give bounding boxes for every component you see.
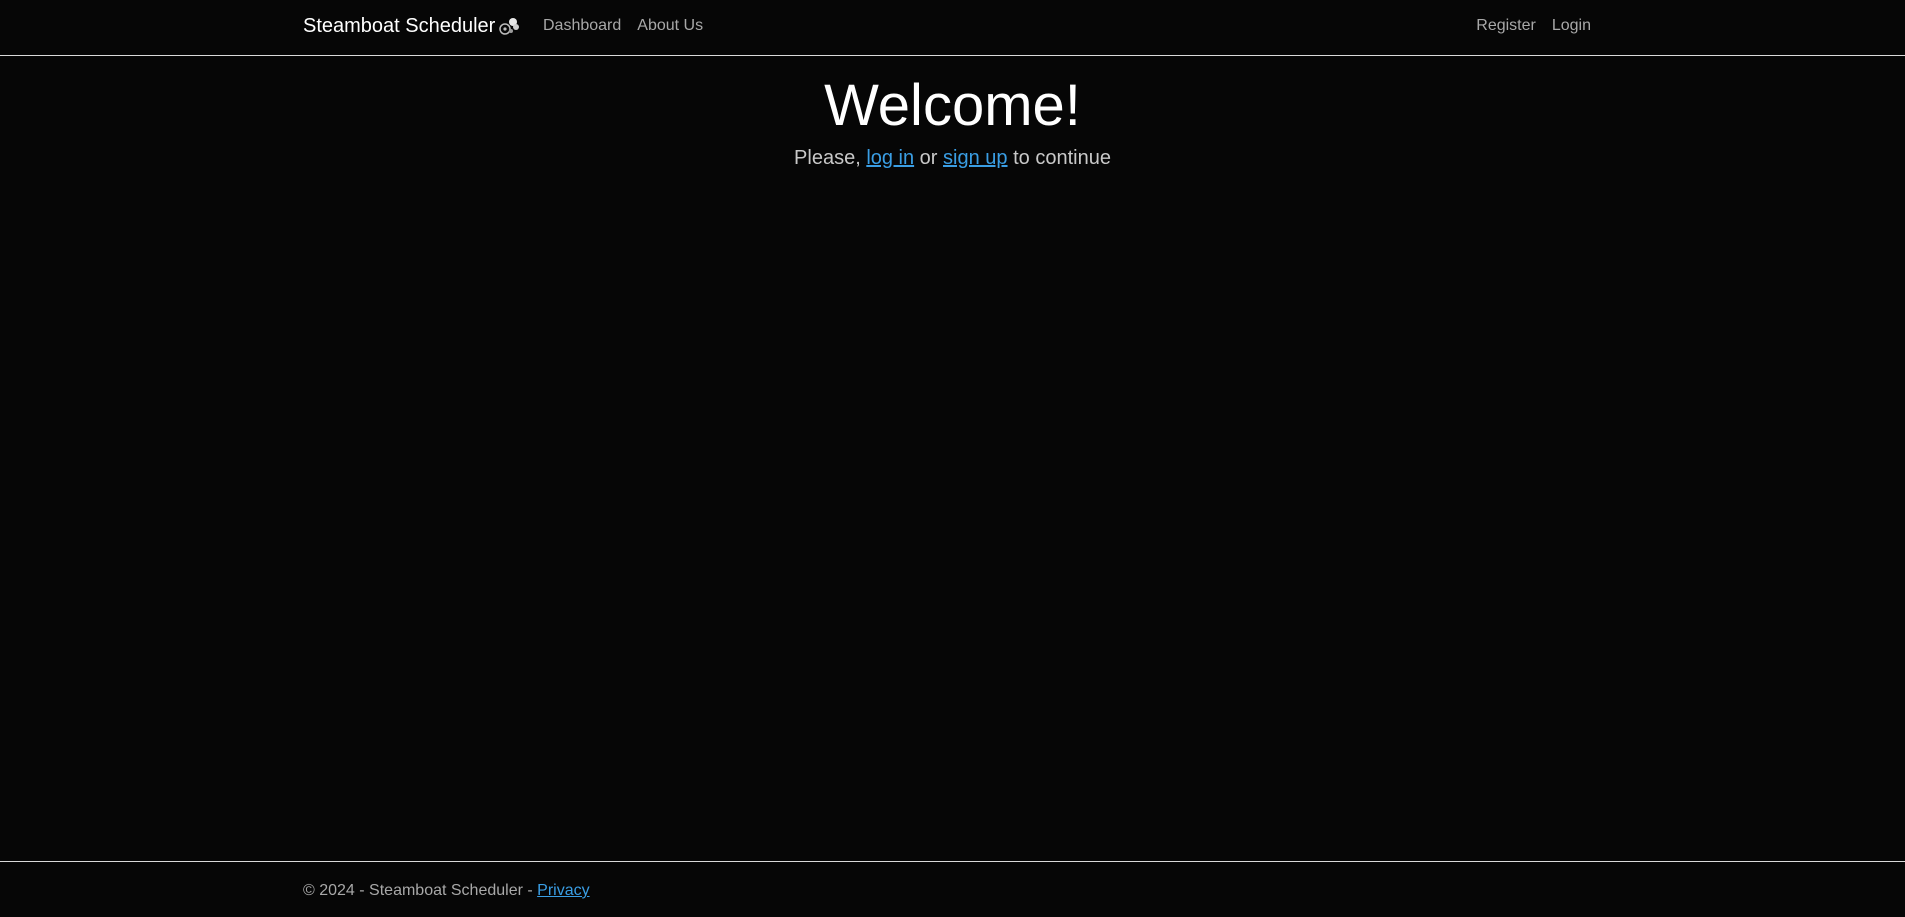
copyright-text: © 2024 - Steamboat Scheduler - [303, 882, 538, 899]
brand-link[interactable]: Steamboat Scheduler [303, 14, 521, 38]
primary-nav: Dashboard About Us [543, 17, 703, 35]
nav-about-us-link[interactable]: About Us [637, 17, 703, 35]
nav-login-link[interactable]: Login [1552, 17, 1591, 35]
footer-text: © 2024 - Steamboat Scheduler - Privacy [303, 882, 590, 900]
brand-name: Steamboat Scheduler [303, 14, 496, 37]
page-footer: © 2024 - Steamboat Scheduler - Privacy [0, 861, 1905, 917]
steamboat-logo-icon [497, 14, 521, 38]
lead-middle: or [914, 146, 944, 169]
account-nav: Register Login [1476, 17, 1591, 35]
main-content: Welcome! Please, log in or sign up to co… [0, 57, 1905, 170]
privacy-link[interactable]: Privacy [537, 882, 589, 899]
signup-link[interactable]: sign up [943, 147, 1008, 169]
nav-dashboard-link[interactable]: Dashboard [543, 17, 621, 35]
page-title: Welcome! [824, 73, 1081, 138]
lead-suffix: to continue [1007, 146, 1111, 169]
login-prompt: Please, log in or sign up to continue [0, 147, 1905, 170]
nav-register-link[interactable]: Register [1476, 17, 1536, 35]
lead-prefix: Please, [794, 146, 867, 169]
login-link[interactable]: log in [866, 147, 914, 169]
top-navbar: Steamboat Scheduler Dashboard About Us R… [0, 0, 1905, 56]
